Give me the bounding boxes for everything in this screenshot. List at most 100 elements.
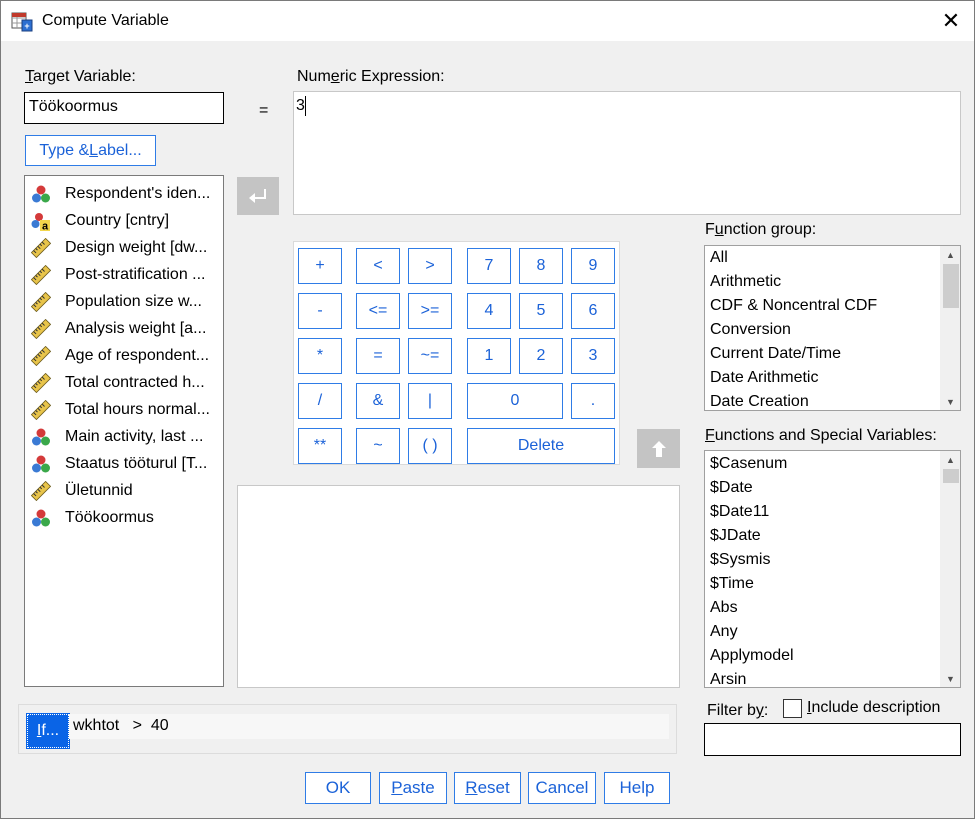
- key-multiply[interactable]: *: [298, 338, 342, 374]
- function-group-item[interactable]: Current Date/Time: [705, 342, 960, 366]
- scroll-thumb[interactable]: [943, 469, 959, 483]
- scroll-down-icon[interactable]: ▼: [941, 393, 960, 410]
- function-item[interactable]: Abs: [705, 596, 960, 620]
- variable-list-item[interactable]: Analysis weight [a...: [25, 315, 223, 342]
- function-group-item[interactable]: All: [705, 246, 960, 270]
- target-variable-input[interactable]: Töökoormus: [24, 92, 224, 124]
- if-condition-text: wkhtot > 40: [69, 714, 669, 739]
- type-label-button[interactable]: Type & Label...: [25, 135, 156, 166]
- key-4[interactable]: 4: [467, 293, 511, 329]
- variable-list-item[interactable]: Total contracted h...: [25, 369, 223, 396]
- function-item[interactable]: $Time: [705, 572, 960, 596]
- variable-list-item[interactable]: Main activity, last ...: [25, 423, 223, 450]
- variable-list-item[interactable]: Total hours normal...: [25, 396, 223, 423]
- key-1[interactable]: 1: [467, 338, 511, 374]
- target-variable-value: Töökoormus: [29, 98, 118, 115]
- variable-label: Ületunnid: [65, 481, 133, 499]
- variable-label: Population size w...: [65, 292, 202, 310]
- scroll-down-icon[interactable]: ▼: [941, 670, 960, 687]
- svg-text:a: a: [42, 220, 49, 231]
- variable-list-item[interactable]: Post-stratification ...: [25, 261, 223, 288]
- transfer-function-button[interactable]: [637, 429, 680, 468]
- if-button[interactable]: If...: [26, 713, 70, 749]
- key-less-equal[interactable]: <=: [356, 293, 400, 329]
- key-minus[interactable]: -: [298, 293, 342, 329]
- reset-button[interactable]: Reset: [454, 772, 521, 804]
- variable-list-item[interactable]: Töökoormus: [25, 504, 223, 531]
- variable-list-item[interactable]: Design weight [dw...: [25, 234, 223, 261]
- paste-button[interactable]: Paste: [379, 772, 447, 804]
- key-and[interactable]: &: [356, 383, 400, 419]
- function-group-scrollbar[interactable]: ▲ ▼: [940, 246, 960, 410]
- include-description-checkbox[interactable]: [783, 699, 802, 718]
- functions-list[interactable]: $Casenum $Date $Date11 $JDate $Sysmis $Time Ab…: [704, 450, 961, 688]
- key-5[interactable]: 5: [519, 293, 563, 329]
- function-group-item[interactable]: Conversion: [705, 318, 960, 342]
- equals-sign: =: [259, 102, 269, 119]
- functions-scrollbar[interactable]: ▲ ▼: [940, 451, 960, 687]
- key-power[interactable]: **: [298, 428, 342, 464]
- cancel-button[interactable]: Cancel: [528, 772, 596, 804]
- close-icon: ✕: [941, 8, 961, 33]
- filter-by-input[interactable]: [704, 723, 961, 756]
- key-not[interactable]: ~: [356, 428, 400, 464]
- variable-label: Country [cntry]: [65, 211, 170, 229]
- function-group-item[interactable]: Arithmetic: [705, 270, 960, 294]
- ok-button[interactable]: OK: [305, 772, 371, 804]
- key-parentheses[interactable]: ( ): [408, 428, 452, 464]
- variable-list-item[interactable]: Staatus tööturul [T...: [25, 450, 223, 477]
- scale-icon: [31, 237, 58, 258]
- variable-label: Main activity, last ...: [65, 427, 204, 445]
- key-greater-than[interactable]: >: [408, 248, 452, 284]
- variable-list-item[interactable]: a Country [cntry]: [25, 207, 223, 234]
- key-8[interactable]: 8: [519, 248, 563, 284]
- function-group-item[interactable]: Date Creation: [705, 390, 960, 410]
- nominal-icon: [31, 184, 58, 204]
- key-greater-equal[interactable]: >=: [408, 293, 452, 329]
- include-description-label: Include description: [807, 699, 941, 716]
- help-button[interactable]: Help: [604, 772, 670, 804]
- source-variable-list[interactable]: Respondent's iden... a Country [cntry] Desi…: [24, 175, 224, 687]
- scroll-up-icon[interactable]: ▲: [941, 451, 960, 468]
- key-divide[interactable]: /: [298, 383, 342, 419]
- key-9[interactable]: 9: [571, 248, 615, 284]
- variable-list-item[interactable]: Ületunnid: [25, 477, 223, 504]
- transfer-to-expression-button[interactable]: [237, 177, 279, 215]
- key-not-equal[interactable]: ~=: [408, 338, 452, 374]
- scale-icon: [31, 264, 58, 285]
- function-item[interactable]: $Casenum: [705, 452, 960, 476]
- scroll-up-icon[interactable]: ▲: [941, 246, 960, 263]
- key-plus[interactable]: +: [298, 248, 342, 284]
- variable-list-item[interactable]: Age of respondent...: [25, 342, 223, 369]
- key-decimal[interactable]: .: [571, 383, 615, 419]
- variable-label: Design weight [dw...: [65, 238, 208, 256]
- function-item[interactable]: Arsin: [705, 668, 960, 687]
- key-7[interactable]: 7: [467, 248, 511, 284]
- key-6[interactable]: 6: [571, 293, 615, 329]
- scale-icon: [31, 480, 58, 501]
- variable-list-item[interactable]: Respondent's iden...: [25, 180, 223, 207]
- key-delete[interactable]: Delete: [467, 428, 615, 464]
- key-or[interactable]: |: [408, 383, 452, 419]
- function-group-list[interactable]: All Arithmetic CDF & Noncentral CDF Convers…: [704, 245, 961, 411]
- function-item[interactable]: Applymodel: [705, 644, 960, 668]
- function-group-item[interactable]: Date Arithmetic: [705, 366, 960, 390]
- numeric-expression-label: Numeric Expression:: [297, 68, 445, 85]
- key-3[interactable]: 3: [571, 338, 615, 374]
- close-button[interactable]: ✕: [928, 1, 974, 41]
- variable-label: Total hours normal...: [65, 400, 210, 418]
- key-equal[interactable]: =: [356, 338, 400, 374]
- function-item[interactable]: $Sysmis: [705, 548, 960, 572]
- scroll-thumb[interactable]: [943, 264, 959, 308]
- spss-app-icon: +: [11, 12, 33, 32]
- numeric-expression-input[interactable]: 3: [293, 91, 961, 215]
- key-2[interactable]: 2: [519, 338, 563, 374]
- key-0[interactable]: 0: [467, 383, 563, 419]
- function-item[interactable]: Any: [705, 620, 960, 644]
- variable-list-item[interactable]: Population size w...: [25, 288, 223, 315]
- function-item[interactable]: $JDate: [705, 524, 960, 548]
- function-item[interactable]: $Date11: [705, 500, 960, 524]
- function-item[interactable]: $Date: [705, 476, 960, 500]
- key-less-than[interactable]: <: [356, 248, 400, 284]
- function-group-item[interactable]: CDF & Noncentral CDF: [705, 294, 960, 318]
